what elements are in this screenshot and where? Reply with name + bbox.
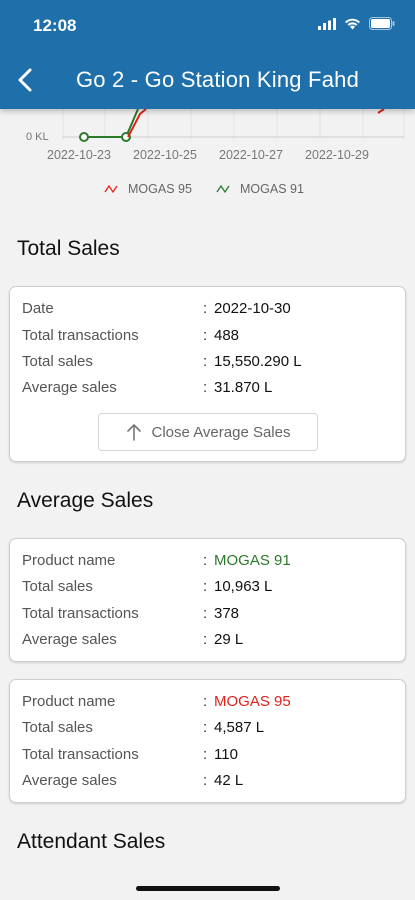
chevron-left-icon [18,68,32,92]
info-row: Product name : MOGAS 95 [22,693,392,713]
info-row: Date : 2022-10-30 [22,300,392,320]
legend-label: MOGAS 91 [240,182,304,196]
row-separator: : [203,772,208,789]
legend-item-mogas-91[interactable]: MOGAS 91 [216,182,304,196]
total-sales-card: Date : 2022-10-30 Total transactions : 4… [9,286,406,462]
arrow-up-icon [126,424,141,441]
row-separator: : [203,353,208,370]
app-header: 12:08 Go 2 - Go Station King Fahd [0,0,415,109]
x-tick-label: 2022-10-27 [219,148,283,162]
row-value: 10,963 L [214,578,273,595]
status-icons [318,17,395,35]
legend-item-mogas-95[interactable]: MOGAS 95 [104,182,192,196]
info-row: Average sales : 29 L [22,631,392,651]
row-separator: : [203,693,208,710]
info-row: Total transactions : 488 [22,327,392,347]
info-row: Product name : MOGAS 91 [22,552,392,572]
row-value: 2022-10-30 [214,300,291,317]
row-separator: : [203,605,208,622]
battery-icon [369,17,395,35]
row-separator: : [203,327,208,344]
row-value: 110 [214,746,238,763]
signal-icon [318,17,336,35]
row-label: Product name [22,693,116,710]
row-separator: : [203,746,208,763]
total-sales-heading: Total Sales [17,237,120,260]
row-value: 378 [214,605,240,622]
series-mogas-91-point [79,132,89,142]
row-separator: : [203,552,208,569]
row-separator: : [203,719,208,736]
x-tick-label: 2022-10-29 [305,148,369,162]
line-series-icon [104,184,118,194]
row-label: Average sales [22,379,117,396]
info-row: Total sales : 10,963 L [22,578,392,598]
row-label: Average sales [22,631,117,648]
wifi-icon [344,17,361,35]
series-mogas-95-line [377,109,385,114]
row-separator: : [203,300,208,317]
info-row: Total transactions : 378 [22,605,392,625]
attendant-sales-heading: Attendant Sales [17,830,166,853]
product-name-value: MOGAS 95 [214,693,291,710]
row-separator: : [203,379,208,396]
x-tick-label: 2022-10-23 [47,148,111,162]
info-row: Total sales : 15,550.290 L [22,353,392,373]
row-label: Average sales [22,772,117,789]
row-value: 488 [214,327,240,344]
info-row: Total transactions : 110 [22,746,392,766]
row-label: Total sales [22,353,93,370]
row-label: Total transactions [22,746,139,763]
product-card-mogas-91: Product name : MOGAS 91 Total sales : 10… [9,538,406,662]
row-label: Total sales [22,578,93,595]
row-separator: : [203,578,208,595]
row-label: Total transactions [22,605,139,622]
row-value: 29 L [214,631,244,648]
chart-plot [62,109,405,142]
x-tick-label: 2022-10-25 [133,148,197,162]
row-label: Date [22,300,54,317]
average-sales-heading: Average Sales [17,489,154,512]
row-label: Total sales [22,719,93,736]
info-row: Average sales : 31.870 L [22,379,392,399]
close-average-sales-button[interactable]: Close Average Sales [98,413,318,451]
product-card-mogas-95: Product name : MOGAS 95 Total sales : 4,… [9,679,406,803]
row-value: 42 L [214,772,244,789]
row-value: 15,550.290 L [214,353,302,370]
row-label: Total transactions [22,327,139,344]
info-row: Total sales : 4,587 L [22,719,392,739]
home-indicator[interactable] [136,886,280,891]
back-button[interactable] [14,66,38,94]
row-separator: : [203,631,208,648]
legend-label: MOGAS 95 [128,182,192,196]
status-time: 12:08 [33,16,77,35]
close-average-sales-label: Close Average Sales [151,423,291,441]
row-label: Product name [22,552,116,569]
product-name-value: MOGAS 91 [214,552,291,569]
info-row: Average sales : 42 L [22,772,392,792]
row-value: 31.870 L [214,379,273,396]
y-axis-label: 0 KL [26,131,49,143]
row-value: 4,587 L [214,719,265,736]
line-series-icon [216,184,230,194]
page-title: Go 2 - Go Station King Fahd [76,67,359,92]
